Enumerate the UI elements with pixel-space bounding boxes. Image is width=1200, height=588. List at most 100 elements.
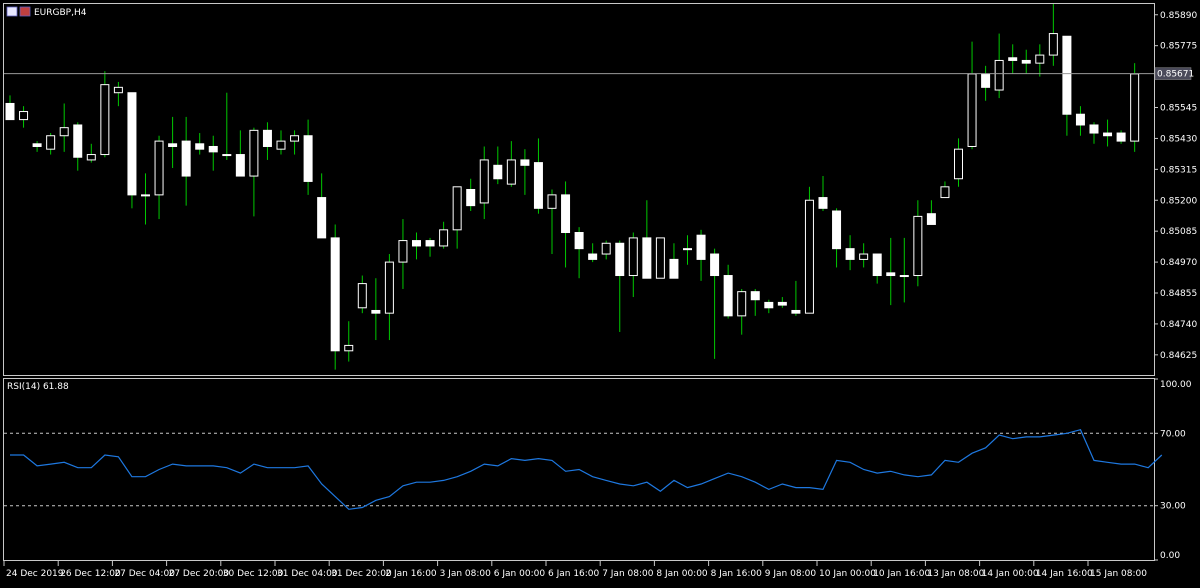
chart-window-icon (6, 6, 18, 17)
time-tick-label: 9 Jan 08:00 (765, 569, 817, 579)
time-tick-label: 27 Dec 20:00 (169, 569, 230, 579)
candle-body-bear (981, 73, 991, 88)
candle-body-bull (940, 186, 950, 199)
candle-body-bull (628, 237, 638, 277)
candle-body-bear (303, 135, 313, 182)
candle-body-bull (1048, 33, 1058, 56)
candle-body-bull (601, 242, 611, 255)
candle-body-bear (235, 154, 245, 177)
time-tick-label: 27 Dec 04:00 (114, 569, 175, 579)
candle-body-bull (86, 154, 96, 161)
time-tick-label: 26 Dec 12:00 (60, 569, 121, 579)
candle-body-bear (561, 194, 571, 234)
candle-body-bear (818, 197, 828, 209)
candle-body-bull (1130, 73, 1140, 142)
candle-body-bear (262, 129, 272, 147)
time-tick-label: 2 Jan 16:00 (385, 569, 437, 579)
candle-body-bear (317, 197, 327, 239)
candle-body-bear (723, 275, 733, 317)
time-tick-label: 24 Dec 2019 (6, 569, 64, 579)
candle-body-bear (181, 140, 191, 177)
candle-body-bull (113, 86, 123, 94)
candle-body-bull (398, 240, 408, 263)
candle-body-bull (46, 135, 56, 150)
candle-body-bear (872, 253, 882, 277)
candle-body-bull (100, 84, 110, 156)
candle-body-bear (1103, 132, 1113, 137)
candle-body-bull (804, 199, 814, 314)
candle-body-bull (222, 154, 232, 157)
candle-body-bear (669, 258, 679, 279)
candle-body-bull (737, 291, 747, 317)
candle-body-bear (32, 143, 42, 147)
time-tick-label: 10 Jan 00:00 (819, 569, 876, 579)
candle-body-bull (683, 248, 692, 251)
price-tick-label: 0.84970 (1160, 258, 1197, 268)
time-tick-label: 15 Jan 08:00 (1090, 569, 1147, 579)
time-tick-label: 8 Jan 00:00 (656, 569, 708, 579)
candle-body-bear (642, 237, 652, 279)
candle-body-bull (994, 59, 1004, 91)
candle-body-bear (886, 272, 896, 277)
price-tick-label: 0.85200 (1160, 196, 1197, 206)
time-tick-label: 6 Jan 16:00 (548, 569, 600, 579)
chart-background (0, 0, 1200, 584)
candle-body-bear (750, 291, 760, 301)
candle-body-bull (967, 73, 977, 147)
candle-body-bull (899, 275, 909, 278)
time-tick-label: 8 Jan 16:00 (711, 569, 763, 579)
candle-body-bear (588, 253, 598, 260)
candle-body-bear (371, 309, 381, 314)
candle-body-bear (845, 248, 855, 260)
candle-body-bear (777, 301, 787, 306)
symbol-label: EURGBP,H4 (34, 8, 87, 18)
price-tick-label: 0.84740 (1160, 320, 1197, 330)
candle-body-bull (276, 140, 286, 150)
candle-body-bull (384, 261, 394, 314)
candle-body-bull (249, 129, 259, 177)
candle-body-bear (615, 242, 625, 277)
candle-body-bear (208, 145, 218, 153)
candle-body-bear (412, 240, 421, 247)
rsi-label: RSI(14) 61.88 (7, 382, 69, 392)
candle-body-bull (452, 186, 462, 231)
price-tick-label: 0.85085 (1160, 227, 1197, 237)
candle-body-bear (520, 159, 530, 166)
candle-body-bear (533, 162, 543, 209)
flag-icon (19, 6, 31, 17)
candle-body-bear (1062, 35, 1072, 115)
time-tick-label: 13 Jan 08:00 (927, 569, 984, 579)
candle-body-bear (574, 232, 584, 250)
candle-body-bull (141, 194, 150, 197)
candle-body-bull (547, 194, 557, 209)
candle-body-bull (655, 237, 665, 279)
candle-body-bear (1075, 113, 1085, 126)
candle-body-bear (493, 164, 503, 180)
candle-body-bear (764, 301, 774, 309)
time-tick-label: 6 Jan 00:00 (494, 569, 546, 579)
candle-body-bull (357, 283, 367, 309)
candle-body-bear (73, 124, 83, 158)
current-price-label: 0.85671 (1157, 70, 1194, 80)
candle-body-bear (791, 309, 801, 314)
price-tick-label: 0.84625 (1160, 351, 1197, 361)
candle-body-bull (154, 140, 164, 196)
time-tick-label: 7 Jan 08:00 (602, 569, 654, 579)
candle-body-bear (5, 102, 15, 121)
time-tick-label: 10 Jan 16:00 (873, 569, 930, 579)
candle-body-bull (290, 135, 300, 142)
candle-body-bull (479, 159, 489, 204)
candle-body-bear (1008, 57, 1018, 61)
candle-body-bear (330, 237, 340, 352)
rsi-tick-label: 0.00 (1160, 551, 1180, 561)
candle-body-bear (1116, 132, 1126, 142)
time-tick-label: 30 Dec 12:00 (223, 569, 284, 579)
price-tick-label: 0.85890 (1160, 11, 1197, 21)
candle-body-bear (1021, 59, 1031, 64)
candle-body-bear (926, 213, 936, 225)
price-tick-label: 0.85545 (1160, 104, 1197, 114)
candle-body-bear (696, 234, 706, 260)
rsi-tick-label: 30.00 (1160, 502, 1186, 512)
candle-body-bull (913, 215, 923, 277)
candle-body-bull (19, 111, 29, 121)
